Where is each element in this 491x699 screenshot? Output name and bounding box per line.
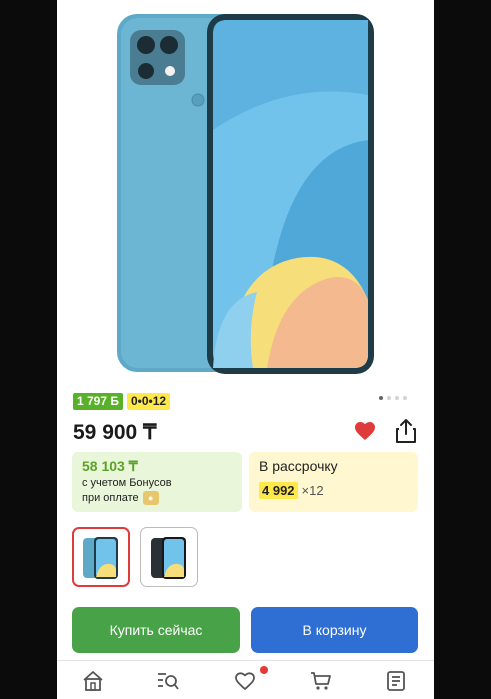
cart-icon[interactable] [309,669,333,693]
share-icon[interactable] [394,418,418,444]
right-background [434,0,491,699]
bonus-payment-text: при оплате [82,492,139,504]
pagination-dot [395,396,399,400]
pagination-dot [379,396,383,400]
home-icon[interactable] [81,669,105,693]
buy-now-button[interactable]: Купить сейчас [72,607,240,653]
installment-card[interactable]: В рассрочку 4 992 ×12 [249,452,418,512]
bonus-price-card[interactable]: 58 103 ₸ с учетом Бонусов при оплате ● [72,452,242,512]
bonus-payment-line: при оплате ● [82,491,232,505]
left-background [0,0,57,699]
thumbnail-image [83,537,118,579]
thumbnail-black[interactable] [140,527,198,587]
pagination-dot [387,396,391,400]
product-image[interactable] [57,0,434,385]
product-price: 59 900 ₸ [73,421,157,444]
pagination-dot [403,396,407,400]
bonus-description: с учетом Бонусов [82,477,172,489]
bonus-price: 58 103 ₸ [82,458,138,474]
product-badges: 1 797 Б 0•0•12 [73,393,171,410]
installment-row: 4 992 ×12 [259,482,408,499]
thumbnail-blue[interactable] [72,527,130,587]
thumbnail-image [151,537,186,579]
bottom-navigation [57,660,434,699]
image-pagination [379,396,407,400]
installment-badge: 0•0•12 [127,393,171,410]
favorites-notification-dot [260,666,268,674]
heart-icon[interactable] [233,669,257,693]
catalog-search-icon[interactable] [156,669,180,693]
add-to-cart-button[interactable]: В корзину [251,607,418,653]
orders-icon[interactable] [384,669,408,693]
installment-amount: 4 992 [259,482,298,499]
heart-icon[interactable] [353,419,377,443]
bonus-badge: 1 797 Б [73,393,123,410]
product-screen: 1 797 Б 0•0•12 59 900 ₸ 58 103 ₸ с учето… [57,0,434,699]
bonus-coin-icon: ● [142,491,159,505]
installment-title: В рассрочку [259,458,338,474]
installment-months: ×12 [301,483,324,498]
